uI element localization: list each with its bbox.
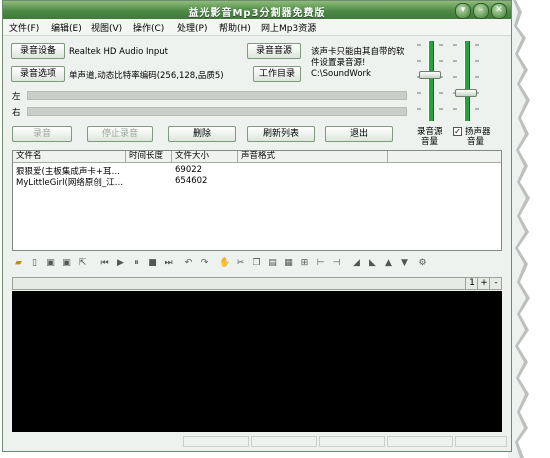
window-title: 益光影音Mp3分割器免费版: [188, 8, 326, 19]
right-channel-label: 右: [12, 108, 21, 118]
fade-out-icon[interactable]: ⊣: [331, 258, 342, 269]
paste-icon[interactable]: ▤: [267, 258, 278, 269]
left-level-meter: [27, 91, 407, 100]
exit-button[interactable]: 退出: [325, 126, 393, 142]
file-row-1-size: 69022: [175, 165, 203, 175]
file-row-2-name[interactable]: MyLittleGirl(网络原创_江…: [16, 176, 123, 188]
right-level-meter: [27, 107, 407, 116]
waveform-canvas[interactable]: [12, 291, 502, 432]
menu-edit[interactable]: 编辑(E): [51, 21, 82, 34]
record-source-volume-slider[interactable]: [415, 39, 445, 123]
export-icon[interactable]: ⇱: [77, 258, 88, 269]
record-device-value: Realtek HD Audio Input: [69, 47, 169, 57]
torn-paper-edge: [508, 0, 530, 458]
slider-thumb[interactable]: [455, 89, 477, 97]
speaker-checkbox[interactable]: ✓: [453, 127, 462, 136]
slider-track: [428, 41, 434, 121]
skip-start-icon[interactable]: ⏮: [99, 258, 110, 269]
play-icon[interactable]: ▶: [115, 258, 126, 269]
column-header-duration[interactable]: 时间长度: [126, 151, 172, 163]
record-source-note-2: 件设置录音源!: [311, 58, 366, 68]
column-header-size[interactable]: 文件大小: [172, 151, 238, 163]
checkmark-icon: ✓: [454, 127, 461, 136]
column-header-blank: [388, 151, 501, 163]
editor-toolbar: ▰ ▯ ▣ ▣ ⇱ ⏮ ▶ ⏸ ■ ⏭ ↶ ↷ ✋ ✂ ❐ ▤ ▦ ⊞ ⊢ ⊣ …: [13, 258, 509, 272]
file-row-2-size: 654602: [175, 176, 208, 186]
save-as-icon[interactable]: ▣: [61, 258, 72, 269]
stop-record-button[interactable]: 停止录音: [87, 126, 153, 142]
menu-dropdown-button[interactable]: ▾: [455, 3, 471, 19]
copy-icon[interactable]: ❐: [251, 258, 262, 269]
cut-icon[interactable]: ✂: [235, 258, 246, 269]
status-panel-5: [455, 436, 507, 447]
record-option-button[interactable]: 录音选项: [11, 66, 65, 82]
speaker-volume-slider[interactable]: [451, 39, 481, 123]
new-icon[interactable]: ▯: [29, 258, 40, 269]
open-icon[interactable]: ▰: [13, 258, 24, 269]
volume-down-icon[interactable]: ▼: [399, 258, 410, 269]
menu-process[interactable]: 处理(P): [177, 21, 207, 34]
volume-up-icon[interactable]: ▲: [383, 258, 394, 269]
select-all-icon[interactable]: ▦: [283, 258, 294, 269]
source-volume-label-2: 音量: [421, 137, 439, 147]
menu-view[interactable]: 视图(V): [91, 21, 122, 34]
record-source-button[interactable]: 录音音源: [247, 43, 301, 59]
status-panel-3: [319, 436, 385, 447]
column-header-name[interactable]: 文件名: [13, 151, 126, 163]
app-window: 益光影音Mp3分割器免费版 ▾ – ✕ 文件(F) 编辑(E) 视图(V) 操作…: [2, 0, 512, 452]
left-channel-label: 左: [12, 92, 21, 102]
zoom-out-icon[interactable]: ◣: [367, 258, 378, 269]
save-icon[interactable]: ▣: [45, 258, 56, 269]
menu-bar: 文件(F) 编辑(E) 视图(V) 操作(C) 处理(P) 帮助(H) 网上Mp…: [3, 19, 511, 36]
menu-operation[interactable]: 操作(C): [133, 21, 164, 34]
menu-file[interactable]: 文件(F): [9, 21, 39, 34]
work-dir-button[interactable]: 工作目录: [253, 66, 301, 82]
trim-icon[interactable]: ⊞: [299, 258, 310, 269]
status-panel-2: [251, 436, 317, 447]
title-bar: 益光影音Mp3分割器免费版 ▾ – ✕: [3, 1, 511, 19]
record-option-value: 单声道,动态比特率编码(256,128,品质5): [69, 71, 224, 81]
status-panel-1: [183, 436, 249, 447]
slider-thumb[interactable]: [419, 71, 441, 79]
normalize-icon[interactable]: ⚙: [417, 258, 428, 269]
status-panel-4: [387, 436, 453, 447]
status-bar: [3, 434, 511, 451]
fade-in-icon[interactable]: ⊢: [315, 258, 326, 269]
redo-icon[interactable]: ↷: [199, 258, 210, 269]
record-device-button[interactable]: 录音设备: [11, 43, 65, 59]
file-list[interactable]: 文件名 时间长度 文件大小 声音格式 狠狠爱(主板集成声卡+耳… 69022 M…: [12, 150, 502, 251]
speaker-volume-label-2: 音量: [467, 137, 485, 147]
zoom-in-icon[interactable]: ◢: [351, 258, 362, 269]
record-button[interactable]: 录音: [12, 126, 72, 142]
skip-end-icon[interactable]: ⏭: [163, 258, 174, 269]
work-dir-value: C:\SoundWork: [311, 69, 371, 79]
zoom-minus-button[interactable]: -: [489, 278, 502, 289]
slider-track: [464, 41, 470, 121]
menu-online-mp3[interactable]: 网上Mp3资源: [261, 21, 316, 34]
close-button[interactable]: ✕: [491, 3, 507, 19]
undo-icon[interactable]: ↶: [183, 258, 194, 269]
pause-icon[interactable]: ⏸: [131, 258, 142, 269]
refresh-list-button[interactable]: 刷新列表: [247, 126, 315, 142]
menu-help[interactable]: 帮助(H): [219, 21, 251, 34]
hand-icon[interactable]: ✋: [219, 258, 230, 269]
delete-button[interactable]: 删除: [168, 126, 236, 142]
minimize-button[interactable]: –: [473, 3, 489, 19]
stop-icon[interactable]: ■: [147, 258, 158, 269]
column-header-format[interactable]: 声音格式: [238, 151, 388, 163]
waveform-scrollbar[interactable]: 1 + -: [12, 277, 502, 290]
